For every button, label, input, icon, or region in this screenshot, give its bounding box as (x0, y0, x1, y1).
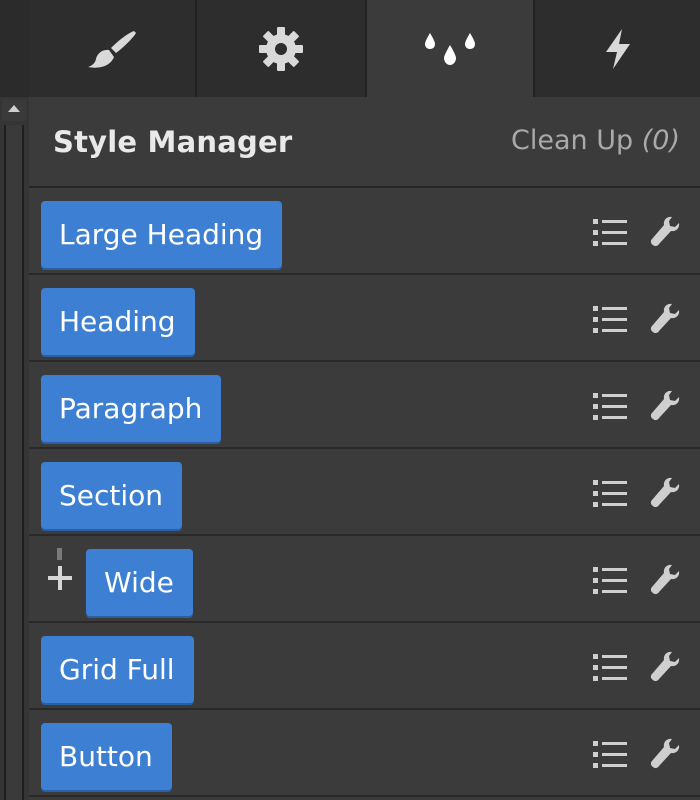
list-icon[interactable] (593, 479, 627, 509)
lightning-icon (605, 28, 630, 69)
style-pill[interactable]: Section (41, 462, 183, 529)
tab-settings[interactable] (197, 0, 367, 97)
scrollbar[interactable] (0, 0, 29, 800)
list-icon[interactable] (593, 740, 627, 770)
list-item: Section (29, 449, 700, 536)
wrench-icon[interactable] (650, 651, 680, 683)
list-item: Paragraph (29, 362, 700, 449)
list-icon[interactable] (593, 392, 627, 422)
wrench-icon[interactable] (650, 564, 680, 596)
style-pill[interactable]: Grid Full (41, 636, 194, 703)
list-icon[interactable] (593, 305, 627, 335)
wrench-icon[interactable] (650, 303, 680, 335)
list-item: Wide (29, 536, 700, 623)
gear-icon (259, 26, 303, 71)
list-item: Grid Full (29, 623, 700, 710)
wrench-icon[interactable] (650, 390, 680, 422)
list-icon[interactable] (593, 653, 627, 683)
clean-up-count: (0) (641, 125, 680, 156)
wrench-icon[interactable] (650, 477, 680, 509)
page-title: Style Manager (53, 125, 293, 159)
style-pill[interactable]: Large Heading (41, 201, 283, 268)
list-item: Heading (29, 275, 700, 362)
scroll-up-arrow-icon[interactable] (2, 99, 26, 121)
panel-tabs (29, 0, 700, 97)
clean-up-link[interactable]: Clean Up (0) (511, 125, 680, 156)
list-item: Button (29, 710, 700, 797)
brush-icon (88, 30, 136, 68)
tab-interactions[interactable] (535, 0, 700, 97)
scroll-thumb[interactable] (4, 125, 24, 800)
plus-icon (48, 566, 72, 590)
style-pill[interactable]: Heading (41, 288, 195, 355)
style-pill[interactable]: Paragraph (41, 375, 222, 442)
drops-icon (425, 32, 475, 65)
list-icon[interactable] (593, 218, 627, 248)
list-item: Large Heading (29, 188, 700, 275)
combo-connector (57, 548, 62, 560)
style-pill[interactable]: Button (41, 723, 172, 790)
panel-header: Style Manager Clean Up (0) (29, 97, 700, 188)
style-manager-panel: Style Manager Clean Up (0) Large Heading… (0, 0, 700, 800)
wrench-icon[interactable] (650, 738, 680, 770)
tab-style[interactable] (29, 0, 197, 97)
tab-style-manager[interactable] (367, 0, 535, 97)
style-pill[interactable]: Wide (86, 549, 193, 616)
list-icon[interactable] (593, 566, 627, 596)
clean-up-label: Clean Up (511, 125, 634, 156)
style-list: Large Heading Heading Paragraph Section … (29, 188, 700, 797)
wrench-icon[interactable] (650, 216, 680, 248)
